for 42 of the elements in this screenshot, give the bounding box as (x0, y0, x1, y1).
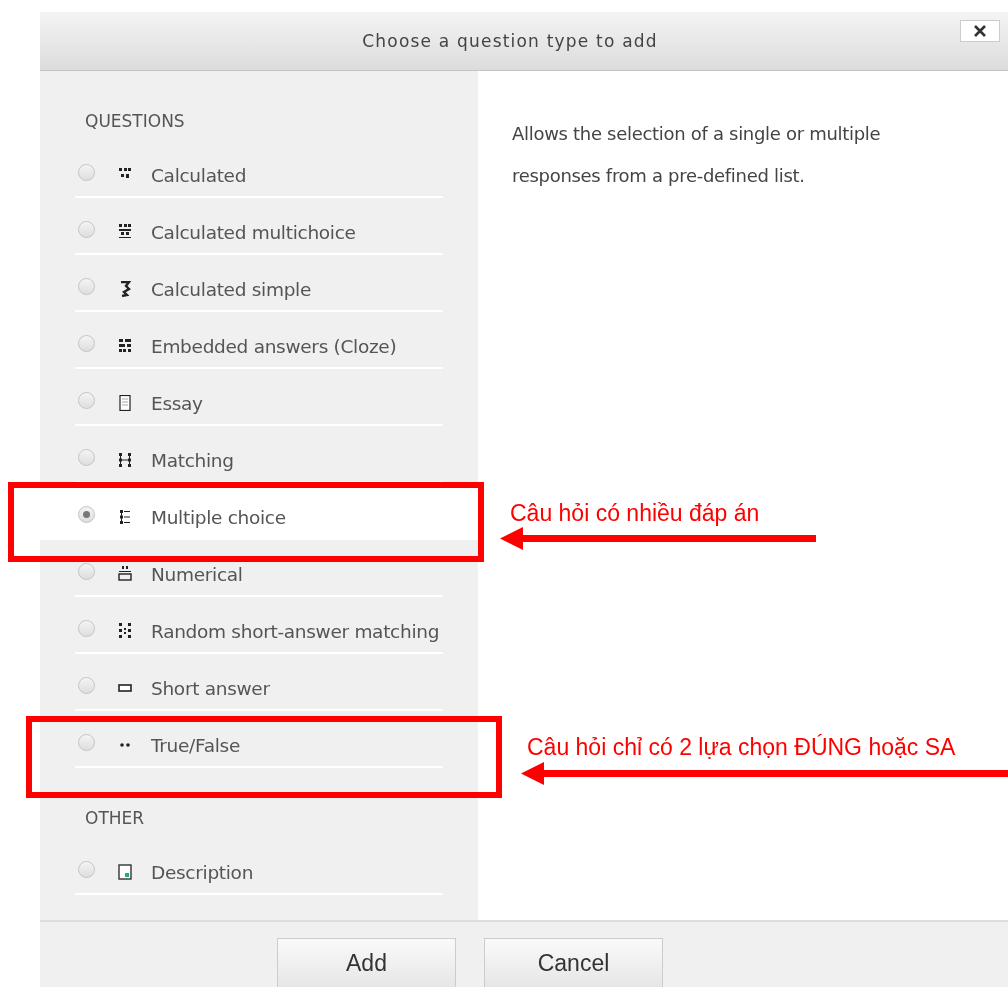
question-type-icon (118, 395, 132, 411)
question-type-option[interactable]: Calculated simple (40, 255, 478, 312)
radio-button[interactable] (78, 392, 95, 409)
type-description: Allows the selection of a single or multiple responses from a pre-defined list. (512, 122, 882, 188)
radio-button[interactable] (78, 278, 95, 295)
question-type-icon (118, 509, 132, 525)
question-type-icon (118, 281, 132, 297)
cancel-button[interactable]: Cancel (484, 938, 663, 987)
question-type-icon (118, 566, 132, 582)
close-icon (973, 24, 987, 38)
annotation-text: Câu hỏi có nhiều đáp án (510, 500, 760, 527)
question-type-icon (118, 623, 132, 639)
question-type-option[interactable]: True/False (40, 711, 478, 768)
radio-button[interactable] (78, 221, 95, 238)
question-type-icon (118, 452, 132, 468)
radio-button[interactable] (78, 449, 95, 466)
question-type-option[interactable]: Essay (40, 369, 478, 426)
radio-button[interactable] (78, 620, 95, 637)
radio-button[interactable] (78, 563, 95, 580)
radio-button[interactable] (78, 861, 95, 878)
question-type-icon (118, 224, 132, 240)
question-type-icon (118, 864, 132, 880)
radio-button[interactable] (78, 506, 95, 523)
question-type-option[interactable]: Embedded answers (Cloze) (40, 312, 478, 369)
radio-button[interactable] (78, 164, 95, 181)
annotation-text: Câu hỏi chỉ có 2 lựa chọn ĐÚNG hoặc SA (527, 734, 956, 761)
question-type-option[interactable]: Calculated multichoice (40, 198, 478, 255)
question-type-option[interactable]: Numerical (40, 540, 478, 597)
dialog-title: Choose a question type to add (362, 31, 658, 51)
radio-button[interactable] (78, 677, 95, 694)
question-type-option[interactable]: Calculated (40, 141, 478, 198)
question-type-option[interactable]: Random short-answer matching (40, 597, 478, 654)
radio-button[interactable] (78, 734, 95, 751)
question-type-option[interactable]: Matching (40, 426, 478, 483)
question-type-icon (118, 338, 132, 354)
close-button[interactable] (960, 20, 1000, 42)
question-type-option[interactable]: Description (40, 838, 478, 895)
radio-button[interactable] (78, 335, 95, 352)
question-type-option[interactable]: Short answer (40, 654, 478, 711)
add-button[interactable]: Add (277, 938, 456, 987)
section-heading: QUESTIONS (85, 111, 186, 131)
section-heading: OTHER (85, 808, 146, 828)
